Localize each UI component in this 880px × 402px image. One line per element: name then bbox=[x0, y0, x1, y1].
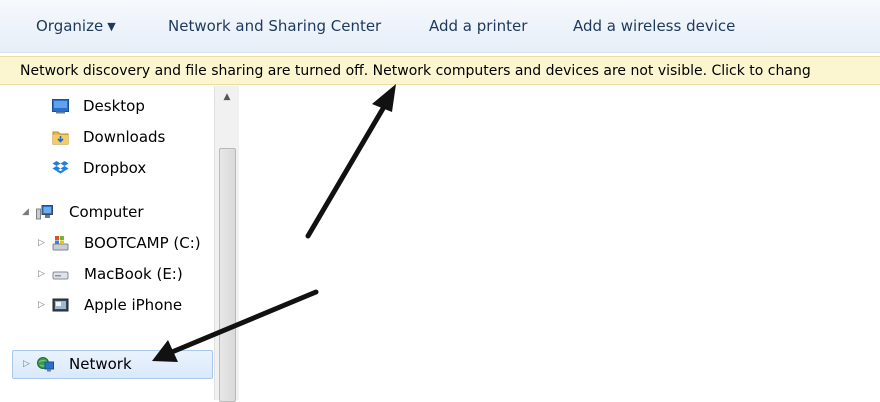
organize-label: Organize bbox=[36, 17, 104, 35]
nav-item-label: Desktop bbox=[83, 97, 145, 115]
computer-icon bbox=[36, 205, 53, 220]
scroll-up-arrow-icon[interactable]: ▲ bbox=[215, 92, 239, 102]
network-icon bbox=[37, 357, 54, 372]
navigation-pane: Desktop Downloads Dropbox ◢ Computer ▷ B… bbox=[0, 86, 240, 400]
nav-item-label: MacBook (E:) bbox=[84, 265, 183, 283]
nav-item-label: Dropbox bbox=[83, 159, 147, 177]
nav-item-network[interactable]: ▷ Network bbox=[12, 350, 213, 379]
expanded-triangle-icon[interactable]: ◢ bbox=[22, 200, 29, 224]
collapsed-triangle-icon[interactable]: ▷ bbox=[23, 351, 30, 378]
nav-item-label: Computer bbox=[69, 203, 144, 221]
desktop-icon bbox=[52, 99, 69, 114]
nav-item-label: BOOTCAMP (C:) bbox=[84, 234, 201, 252]
organize-button[interactable]: Organize ▼ bbox=[36, 17, 116, 35]
hard-drive-icon bbox=[52, 271, 69, 280]
nav-item-label: Apple iPhone bbox=[84, 296, 183, 314]
collapsed-triangle-icon[interactable]: ▷ bbox=[38, 231, 45, 255]
infobar-message: Network discovery and file sharing are t… bbox=[20, 63, 811, 79]
nav-item-label: Downloads bbox=[83, 128, 166, 146]
network-discovery-infobar[interactable]: Network discovery and file sharing are t… bbox=[0, 56, 880, 85]
add-printer-button[interactable]: Add a printer bbox=[429, 17, 527, 35]
collapsed-triangle-icon[interactable]: ▷ bbox=[38, 262, 45, 286]
downloads-folder-icon bbox=[52, 131, 69, 145]
arrow-to-infobar bbox=[305, 84, 396, 239]
add-wireless-device-button[interactable]: Add a wireless device bbox=[573, 17, 735, 35]
chevron-down-icon: ▼ bbox=[107, 20, 116, 33]
command-bar: Organize ▼ Network and Sharing Center Add… bbox=[0, 0, 880, 53]
collapsed-triangle-icon[interactable]: ▷ bbox=[38, 293, 45, 317]
network-sharing-center-button[interactable]: Network and Sharing Center bbox=[168, 17, 381, 35]
device-icon bbox=[52, 298, 69, 312]
nav-item-label: Network bbox=[69, 355, 132, 373]
scrollbar-thumb[interactable] bbox=[219, 148, 236, 402]
nav-pane-scrollbar[interactable]: ▲ bbox=[214, 86, 239, 402]
system-drive-icon bbox=[52, 236, 69, 251]
dropbox-icon bbox=[52, 161, 69, 174]
